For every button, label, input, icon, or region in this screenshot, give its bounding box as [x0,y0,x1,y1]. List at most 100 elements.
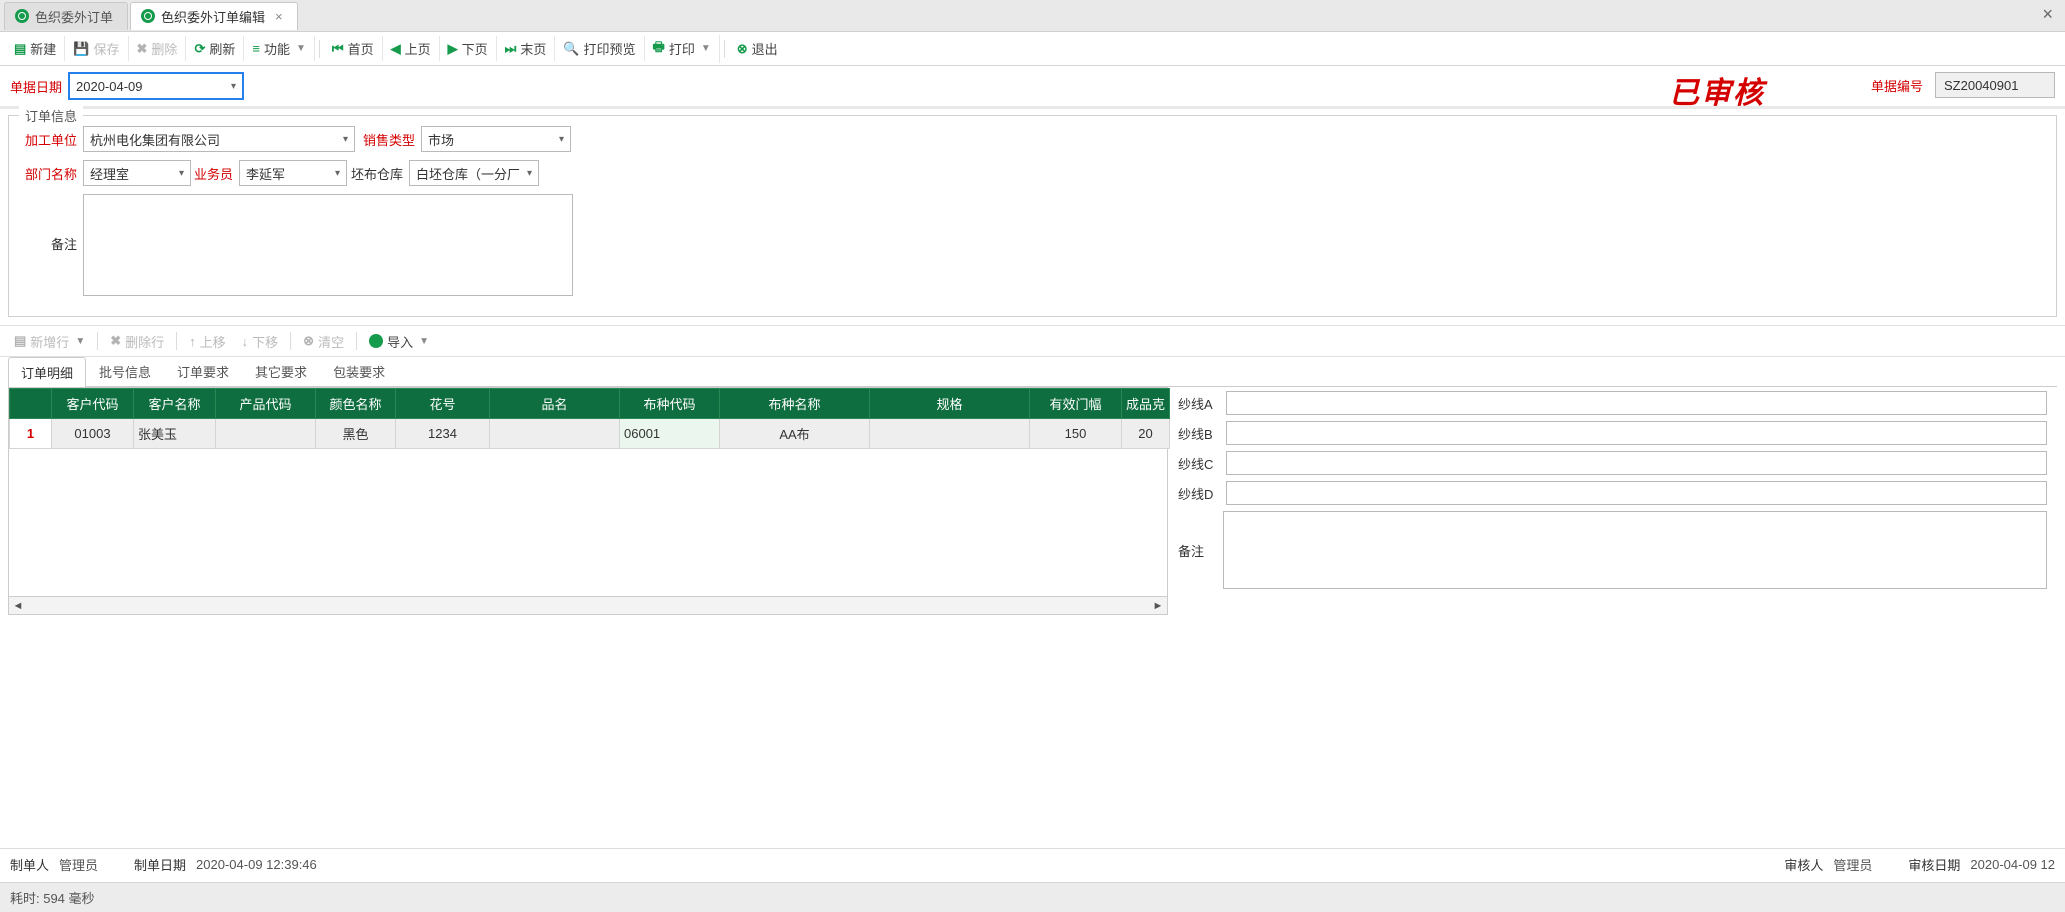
cell-fabric-name[interactable]: AA布 [720,419,870,449]
auditor-label: 审核人 [1784,855,1823,874]
tab-batch-info[interactable]: 批号信息 [86,356,164,386]
yarn-c-label: 纱线C [1178,454,1226,473]
close-all-icon[interactable]: × [2042,4,2053,25]
audit-date-label: 审核日期 [1908,855,1960,874]
process-unit-combo[interactable]: 杭州电化集团有限公司▾ [83,126,355,152]
sale-type-combo[interactable]: 市场▾ [421,126,571,152]
print-icon: 🖶 [653,38,665,60]
prev-icon: ◀ [391,41,401,57]
grid-blank-area [9,449,1167,596]
detail-grid[interactable]: 客户代码 客户名称 产品代码 颜色名称 花号 品名 布种代码 布种名称 规格 有… [9,388,1170,449]
last-button[interactable]: ⏭末页 [497,36,556,61]
tab-other-require[interactable]: 其它要求 [242,356,320,386]
col-fabric-code[interactable]: 布种代码 [620,389,720,419]
list-icon: ≡ [252,41,260,56]
yarn-a-label: 纱线A [1178,394,1226,413]
down-icon: ↓ [242,334,249,349]
cell-product-name[interactable] [490,419,620,449]
yarn-d-input[interactable] [1226,481,2047,505]
col-product-code[interactable]: 产品代码 [216,389,316,419]
salesman-combo[interactable]: 李延军▾ [239,160,347,186]
yarn-c-input[interactable] [1226,451,2047,475]
chevron-down-icon: ▾ [523,168,532,179]
remark-label: 备注 [21,194,83,253]
file-icon: ▤ [14,41,26,57]
cell-customer-code[interactable]: 01003 [52,419,134,449]
scroll-right-icon[interactable]: ► [1149,600,1167,612]
main-toolbar: ▤新建 💾保存 ✖删除 ⟳刷新 ≡功能▼ ⏮首页 ◀上页 ▶下页 ⏭末页 🔍打印… [0,32,2065,66]
exit-button[interactable]: ⊗退出 [729,36,786,61]
chevron-down-icon: ▾ [175,168,184,179]
yarn-a-input[interactable] [1226,391,2047,415]
new-button[interactable]: ▤新建 [6,36,65,61]
cell-product-code[interactable] [216,419,316,449]
table-row[interactable]: 1 01003 张美玉 黑色 1234 06001 AA布 150 20 [10,419,1170,449]
file-icon: ▤ [14,333,26,349]
chevron-down-icon: ▼ [294,43,306,54]
side-panel: 纱线A 纱线B 纱线C 纱线D 备注 [1168,387,2057,615]
cell-spec[interactable] [870,419,1030,449]
col-rownum[interactable] [10,389,52,419]
separator [356,332,357,350]
col-fabric-name[interactable]: 布种名称 [720,389,870,419]
detail-tabs: 订单明细 批号信息 订单要求 其它要求 包装要求 [8,357,2057,387]
audit-stamp: 已审核 [1669,68,1765,112]
import-button[interactable]: 导入▼ [361,329,437,354]
yarn-d-label: 纱线D [1178,484,1226,503]
side-remark-textarea[interactable] [1223,511,2047,589]
cell-pattern-no[interactable]: 1234 [396,419,490,449]
tab-package-require[interactable]: 包装要求 [320,356,398,386]
cell-valid-width[interactable]: 150 [1030,419,1122,449]
addrow-button: ▤新增行▼ [6,329,93,354]
bill-date-combo[interactable]: 2020-04-09 ▾ [68,72,244,100]
globe-icon [141,9,155,23]
cell-fabric-code[interactable]: 06001 [620,419,720,449]
tab-order-require[interactable]: 订单要求 [164,356,242,386]
col-customer-code[interactable]: 客户代码 [52,389,134,419]
cell-customer-name[interactable]: 张美玉 [134,419,216,449]
movedown-button: ↓下移 [234,329,287,354]
print-preview-button[interactable]: 🔍打印预览 [555,36,644,61]
refresh-icon: ⟳ [194,41,205,57]
order-info-fieldset: 订单信息 加工单位 杭州电化集团有限公司▾ 销售类型 市场▾ 部门名称 经理室▾… [8,115,2057,317]
next-icon: ▶ [448,41,458,57]
maker-label: 制单人 [10,855,49,874]
col-customer-name[interactable]: 客户名称 [134,389,216,419]
col-color-name[interactable]: 颜色名称 [316,389,396,419]
grey-stock-label: 坯布仓库 [347,164,409,183]
col-product-name[interactable]: 品名 [490,389,620,419]
close-icon[interactable]: × [271,9,283,24]
scroll-left-icon[interactable]: ◄ [9,600,27,612]
function-button[interactable]: ≡功能▼ [244,36,315,61]
side-remark-label: 备注 [1178,511,1223,560]
dept-label: 部门名称 [21,164,83,183]
tab-edit[interactable]: 色织委外订单编辑 × [130,2,298,30]
save-button: 💾保存 [65,36,128,61]
make-date-value: 2020-04-09 12:39:46 [196,857,317,872]
next-button[interactable]: ▶下页 [440,36,497,61]
chevron-down-icon: ▾ [555,134,564,145]
cell-rownum[interactable]: 1 [10,419,52,449]
prev-button[interactable]: ◀上页 [383,36,440,61]
moveup-button: ↑上移 [181,329,234,354]
first-icon: ⏮ [332,41,344,57]
tab-order-detail[interactable]: 订单明细 [8,357,86,387]
separator [319,40,320,58]
col-finished-wt[interactable]: 成品克 [1122,389,1170,419]
col-pattern-no[interactable]: 花号 [396,389,490,419]
tab-list[interactable]: 色织委外订单 [4,2,128,30]
first-button[interactable]: ⏮首页 [324,36,383,61]
horizontal-scrollbar[interactable]: ◄ ► [9,596,1167,614]
tab-label: 色织委外订单编辑 [161,7,265,26]
refresh-button[interactable]: ⟳刷新 [186,36,244,61]
col-spec[interactable]: 规格 [870,389,1030,419]
print-button[interactable]: 🖶打印▼ [645,35,720,63]
grey-stock-combo[interactable]: 白坯仓库（一分厂▾ [409,160,539,186]
chevron-down-icon: ▼ [699,43,711,54]
cell-color-name[interactable]: 黑色 [316,419,396,449]
col-valid-width[interactable]: 有效门幅 [1030,389,1122,419]
dept-combo[interactable]: 经理室▾ [83,160,191,186]
yarn-b-input[interactable] [1226,421,2047,445]
cell-finished-wt[interactable]: 20 [1122,419,1170,449]
remark-textarea[interactable] [83,194,573,296]
